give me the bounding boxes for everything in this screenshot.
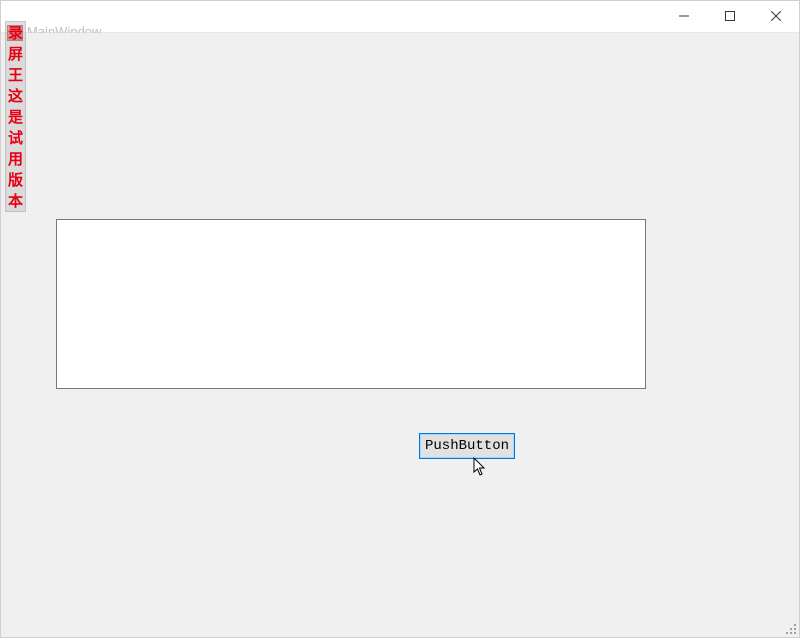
client-area: PushButton bbox=[1, 33, 799, 637]
mouse-cursor-icon bbox=[473, 457, 487, 482]
push-button[interactable]: PushButton bbox=[419, 433, 515, 459]
close-button[interactable] bbox=[753, 1, 799, 31]
window-controls bbox=[661, 1, 799, 32]
minimize-icon bbox=[679, 11, 689, 21]
maximize-icon bbox=[725, 11, 735, 21]
watermark-overlay: 录屏王 这是试用版本 bbox=[5, 21, 26, 212]
minimize-button[interactable] bbox=[661, 1, 707, 31]
close-icon bbox=[771, 11, 781, 21]
titlebar[interactable]: MainWindow 录屏王 这是试用版本 bbox=[1, 1, 799, 33]
resize-grip-icon[interactable] bbox=[783, 621, 797, 635]
main-window: MainWindow 录屏王 这是试用版本 P bbox=[0, 0, 800, 638]
text-edit[interactable] bbox=[56, 219, 646, 389]
maximize-button[interactable] bbox=[707, 1, 753, 31]
